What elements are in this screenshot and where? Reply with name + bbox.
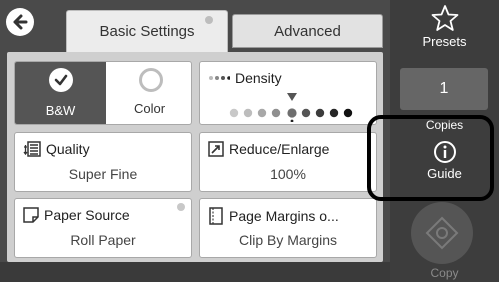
- quality-tile[interactable]: Quality Super Fine: [14, 132, 192, 192]
- page-margins-tile[interactable]: Page Margins o... Clip By Margins: [199, 198, 377, 258]
- presets-button[interactable]: Presets: [390, 0, 499, 62]
- copies-value: 1: [439, 80, 449, 97]
- density-slider[interactable]: [224, 90, 360, 122]
- paper-source-title: Paper Source: [23, 207, 130, 223]
- tab-basic-settings[interactable]: Basic Settings: [66, 10, 228, 52]
- quality-title: Quality: [23, 141, 90, 157]
- paper-source-icon: [23, 207, 39, 223]
- page-margins-title: Page Margins o...: [208, 207, 339, 225]
- bw-option[interactable]: B&W: [15, 62, 106, 124]
- paper-source-label: Paper Source: [44, 207, 130, 223]
- color-label[interactable]: Color: [106, 101, 191, 116]
- reduce-enlarge-label: Reduce/Enlarge: [229, 141, 330, 157]
- reduce-enlarge-icon: [208, 141, 224, 157]
- paper-source-value: Roll Paper: [70, 232, 136, 248]
- copy-start-button[interactable]: [411, 202, 473, 264]
- check-circle-icon: [49, 68, 73, 92]
- right-sidebar: Presets 1 Copies Guide Copy: [390, 0, 499, 282]
- guide-button[interactable]: Guide: [390, 140, 499, 190]
- bw-label: B&W: [45, 103, 76, 118]
- density-dots-icon: [209, 76, 230, 80]
- quality-label: Quality: [46, 141, 90, 157]
- paper-source-tile[interactable]: Paper Source Roll Paper: [14, 198, 192, 258]
- presets-label: Presets: [422, 34, 467, 49]
- color-circle-icon[interactable]: [139, 68, 163, 92]
- tab-advanced[interactable]: Advanced: [232, 14, 383, 48]
- paper-source-indicator-dot: [177, 203, 185, 211]
- page-margins-label: Page Margins o...: [229, 208, 339, 224]
- star-icon: [431, 5, 458, 31]
- copy-settings-screen: Basic Settings Advanced B&W Color Densit…: [0, 0, 499, 282]
- density-tile[interactable]: Density: [199, 61, 377, 125]
- back-arrow-icon: [13, 14, 28, 30]
- tab-advanced-label: Advanced: [274, 22, 341, 40]
- main-area: Basic Settings Advanced B&W Color Densit…: [0, 0, 390, 282]
- back-button[interactable]: [6, 8, 34, 36]
- quality-value: Super Fine: [68, 166, 138, 182]
- density-title: Density: [208, 70, 282, 86]
- guide-label: Guide: [427, 166, 462, 181]
- reduce-enlarge-value: 100%: [270, 166, 306, 182]
- page-margins-icon: [209, 207, 223, 225]
- copy-label: Copy: [430, 266, 459, 280]
- copies-input[interactable]: 1: [400, 68, 488, 110]
- copies-label: Copies: [425, 118, 464, 132]
- reduce-enlarge-title: Reduce/Enlarge: [208, 141, 329, 157]
- info-icon: [433, 141, 456, 163]
- start-diamond-icon: [425, 216, 459, 250]
- tab-indicator-dot: [205, 16, 213, 24]
- tab-basic-settings-label: Basic Settings: [99, 23, 195, 40]
- bottom-strip: [0, 262, 390, 282]
- color-mode-toggle: B&W Color: [14, 61, 192, 125]
- quality-icon: [23, 141, 41, 157]
- reduce-enlarge-tile[interactable]: Reduce/Enlarge 100%: [199, 132, 377, 192]
- density-label: Density: [235, 70, 282, 86]
- page-margins-value: Clip By Margins: [238, 232, 338, 248]
